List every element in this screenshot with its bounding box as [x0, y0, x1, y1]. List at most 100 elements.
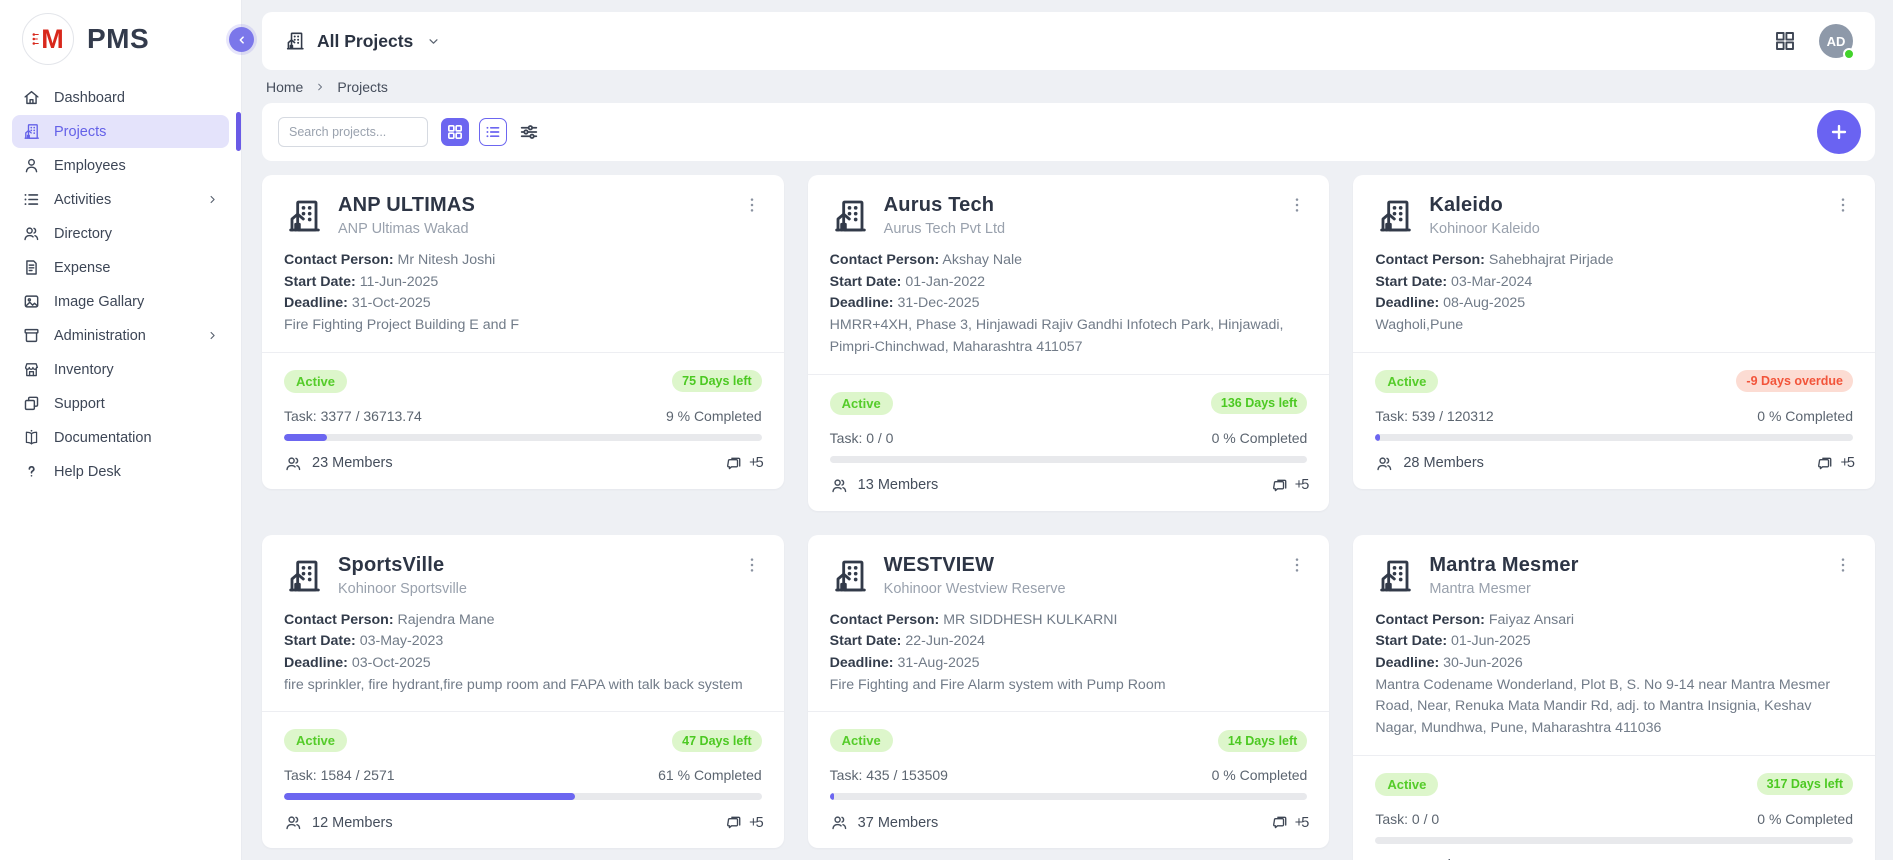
members-info[interactable]: 12 Members — [284, 813, 393, 832]
deadline-value: 31-Aug-2025 — [897, 655, 979, 671]
project-description: Fire Fighting and Fire Alarm system with… — [830, 675, 1308, 697]
chat-info[interactable]: +5 — [1271, 813, 1308, 832]
grid-view-button[interactable] — [441, 118, 469, 146]
members-info[interactable]: 23 Members — [284, 454, 393, 473]
brand: M PMS — [0, 0, 241, 75]
start-date-value: 03-Mar-2024 — [1451, 274, 1532, 290]
sidebar-item-help-desk[interactable]: Help Desk — [12, 455, 229, 488]
app-logo: M — [22, 13, 74, 65]
card-menu-button[interactable] — [1287, 195, 1307, 215]
add-project-button[interactable] — [1817, 110, 1861, 154]
filter-button[interactable] — [514, 118, 544, 146]
progress-track — [284, 793, 762, 800]
chat-count: +5 — [749, 455, 762, 471]
members-count: 12 Members — [312, 815, 393, 831]
deadline-value: 08-Aug-2025 — [1443, 295, 1525, 311]
sidebar-item-administration[interactable]: Administration — [12, 319, 229, 352]
sidebar-item-support[interactable]: Support — [12, 387, 229, 420]
project-card[interactable]: ANP ULTIMAS ANP Ultimas Wakad Contact Pe… — [262, 175, 784, 489]
members-info[interactable]: 13 Members — [830, 476, 939, 495]
project-details: Contact Person: Akshay Nale Start Date: … — [830, 250, 1308, 359]
deadline-label: Deadline: — [1375, 655, 1439, 671]
project-card[interactable]: Mantra Mesmer Mantra Mesmer Contact Pers… — [1353, 535, 1875, 860]
contact-label: Contact Person: — [830, 612, 940, 628]
deadline-value: 31-Oct-2025 — [352, 295, 431, 311]
members-count: 23 Members — [312, 455, 393, 471]
progress-bar — [284, 434, 327, 441]
card-menu-button[interactable] — [742, 555, 762, 575]
kebab-icon — [742, 195, 762, 215]
project-card[interactable]: SportsVille Kohinoor Sportsville Contact… — [262, 535, 784, 849]
building-icon — [1375, 555, 1415, 597]
deadline-value: 03-Oct-2025 — [352, 655, 431, 671]
project-title: Mantra Mesmer — [1429, 554, 1819, 577]
online-status-dot — [1843, 48, 1855, 60]
status-badge: Active — [1375, 370, 1438, 393]
contact-value: Rajendra Mane — [398, 612, 495, 628]
people-icon — [284, 454, 303, 473]
chat-info[interactable]: +5 — [1271, 476, 1308, 495]
sidebar-item-label: Directory — [54, 226, 112, 242]
kebab-icon — [1287, 555, 1307, 575]
card-menu-button[interactable] — [1287, 555, 1307, 575]
project-details: Contact Person: Rajendra Mane Start Date… — [284, 610, 762, 697]
sidebar-item-employees[interactable]: Employees — [12, 149, 229, 182]
card-header: Mantra Mesmer Mantra Mesmer — [1375, 553, 1853, 597]
card-menu-button[interactable] — [1833, 555, 1853, 575]
project-title: WESTVIEW — [884, 554, 1274, 577]
members-count: 13 Members — [858, 477, 939, 493]
project-card[interactable]: Kaleido Kohinoor Kaleido Contact Person:… — [1353, 175, 1875, 489]
sidebar-item-inventory[interactable]: Inventory — [12, 353, 229, 386]
building-icon — [284, 195, 324, 237]
project-title: Aurus Tech — [884, 194, 1274, 217]
sidebar-item-documentation[interactable]: Documentation — [12, 421, 229, 454]
sidebar-item-projects[interactable]: Projects — [12, 115, 229, 148]
project-subtitle: Kohinoor Westview Reserve — [884, 581, 1274, 597]
chat-info[interactable]: +5 — [1816, 454, 1853, 473]
members-info[interactable]: 37 Members — [830, 813, 939, 832]
sidebar-item-activities[interactable]: Activities — [12, 183, 229, 216]
percent-completed: 9 % Completed — [666, 408, 762, 424]
start-date-label: Start Date: — [1375, 633, 1447, 649]
card-menu-button[interactable] — [1833, 195, 1853, 215]
project-subtitle: Kohinoor Sportsville — [338, 581, 728, 597]
sidebar-item-image-gallary[interactable]: Image Gallary — [12, 285, 229, 318]
chat-icon — [725, 454, 744, 473]
project-card[interactable]: Aurus Tech Aurus Tech Pvt Ltd Contact Pe… — [808, 175, 1330, 511]
sidebar-item-label: Support — [54, 396, 105, 412]
sidebar-item-expense[interactable]: Expense — [12, 251, 229, 284]
percent-completed: 61 % Completed — [658, 767, 762, 783]
chat-icon — [1271, 476, 1290, 495]
search-input[interactable] — [278, 117, 428, 147]
question-icon — [22, 462, 41, 481]
home-icon — [22, 88, 41, 107]
apps-grid-button[interactable] — [1773, 29, 1797, 53]
project-selector[interactable]: All Projects — [284, 30, 441, 52]
members-count: 28 Members — [1403, 455, 1484, 471]
receipt-icon — [22, 258, 41, 277]
topbar: All Projects AD — [262, 12, 1875, 70]
sidebar-item-dashboard[interactable]: Dashboard — [12, 81, 229, 114]
chat-info[interactable]: +5 — [725, 454, 762, 473]
breadcrumb-home[interactable]: Home — [266, 79, 303, 95]
deadline-label: Deadline: — [830, 655, 894, 671]
contact-value: Sahebhajrat Pirjade — [1489, 252, 1614, 268]
avatar[interactable]: AD — [1819, 24, 1853, 58]
contact-value: Faiyaz Ansari — [1489, 612, 1574, 628]
project-card[interactable]: WESTVIEW Kohinoor Westview Reserve Conta… — [808, 535, 1330, 849]
list-view-button[interactable] — [479, 118, 507, 146]
chat-info[interactable]: +5 — [725, 813, 762, 832]
sidebar-item-directory[interactable]: Directory — [12, 217, 229, 250]
members-info[interactable]: 28 Members — [1375, 454, 1484, 473]
chat-count: +5 — [1295, 815, 1308, 831]
sidebar-collapse-button[interactable] — [229, 27, 254, 52]
days-left-badge: 14 Days left — [1218, 730, 1307, 752]
people-icon — [22, 224, 41, 243]
start-date-label: Start Date: — [284, 633, 356, 649]
task-count: Task: 539 / 120312 — [1375, 408, 1493, 424]
apps-grid-icon — [1773, 29, 1797, 53]
chevron-right-icon — [206, 193, 219, 206]
project-details: Contact Person: Faiyaz Ansari Start Date… — [1375, 610, 1853, 740]
project-description: fire sprinkler, fire hydrant,fire pump r… — [284, 675, 762, 697]
card-menu-button[interactable] — [742, 195, 762, 215]
